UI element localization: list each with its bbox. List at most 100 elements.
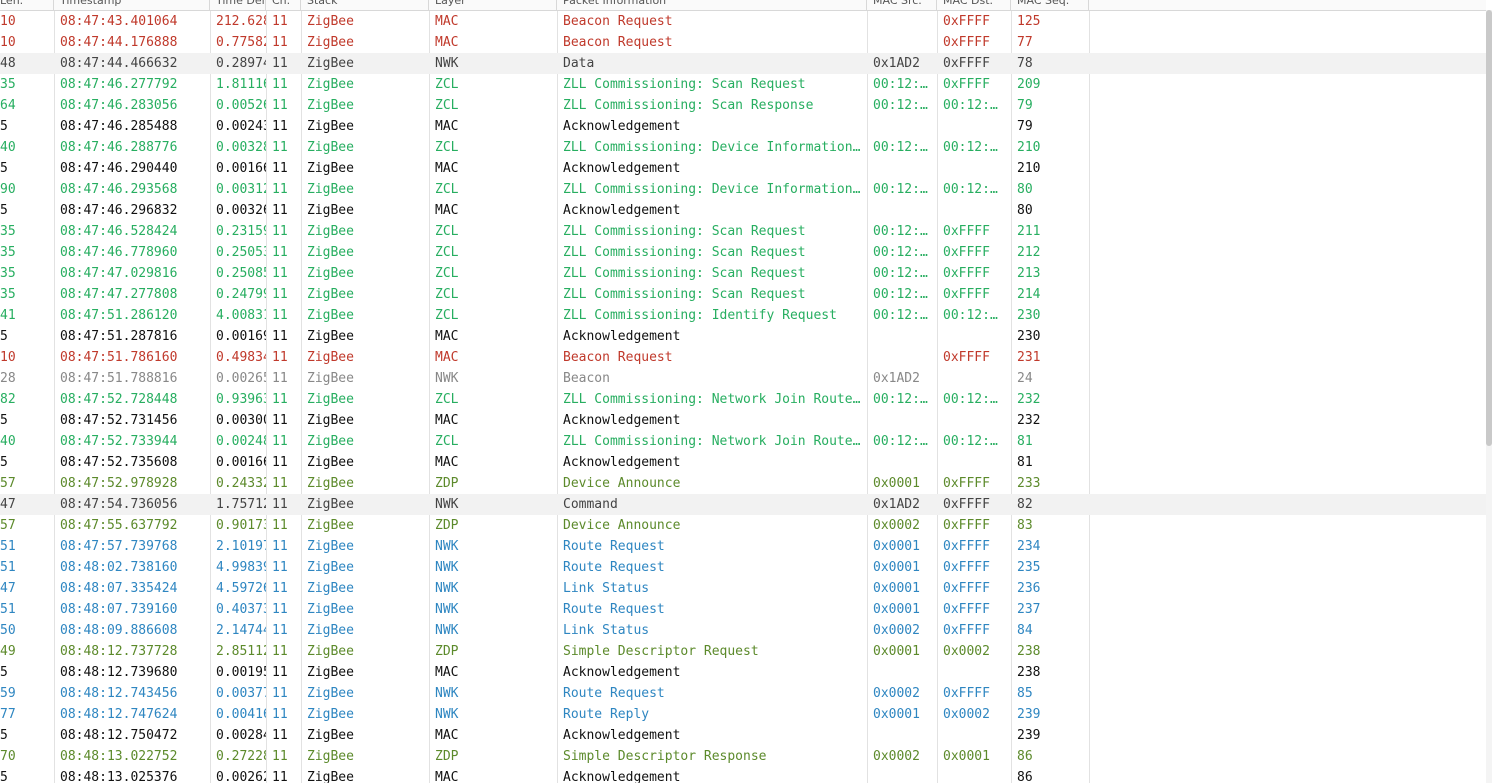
column-header-timestamp[interactable]: Timestamp (54, 0, 210, 10)
packet-mac-dst: 0xFFFF (943, 518, 990, 533)
packet-mac-src (867, 662, 937, 683)
table-row[interactable]: 5 08:48:13.025376 0.002624 11 ZigBee MAC Ackno… (0, 767, 1486, 783)
table-row[interactable]: 59 08:48:12.743456 0.003776 11 ZigBee NWK Rout… (0, 683, 1486, 704)
column-header-time-delta[interactable]: Time Delta (210, 0, 266, 10)
table-row[interactable]: 35 08:47:46.778960 0.250536 11 ZigBee ZCL ZLL … (0, 242, 1486, 263)
packet-channel: 11 (272, 35, 288, 50)
packet-mac-seq: 81 (1017, 434, 1033, 449)
packet-info: Acknowledgement (563, 203, 681, 218)
packet-timestamp: 08:47:52.731456 (60, 413, 178, 428)
packet-timestamp: 08:47:47.277808 (60, 287, 178, 302)
table-row[interactable]: 90 08:47:46.293568 0.003128 11 ZigBee ZCL ZLL … (0, 179, 1486, 200)
table-row[interactable]: 50 08:48:09.886608 2.147448 11 ZigBee NWK Link… (0, 620, 1486, 641)
packet-time-delta: 0.002432 (216, 119, 266, 134)
table-row[interactable]: 5 08:47:46.296832 0.003264 11 ZigBee MAC Ackno… (0, 200, 1486, 221)
table-row[interactable]: 47 08:48:07.335424 4.597264 11 ZigBee NWK Link… (0, 578, 1486, 599)
table-row[interactable]: 64 08:47:46.283056 0.005264 11 ZigBee ZCL ZLL … (0, 95, 1486, 116)
table-row[interactable]: 51 08:47:57.739768 2.101976 11 ZigBee NWK Rout… (0, 536, 1486, 557)
packet-stack: ZigBee (307, 35, 354, 50)
packet-time-delta: 1.811160 (216, 77, 266, 92)
table-row[interactable]: 5 08:47:51.287816 0.001696 11 ZigBee MAC Ackno… (0, 326, 1486, 347)
packet-channel: 11 (272, 413, 288, 428)
packet-mac-dst: 00:12:… (943, 140, 998, 155)
column-header-mac-dst[interactable]: MAC Dst. (937, 0, 1011, 10)
packet-length: 48 (0, 56, 16, 71)
packet-mac-src: 00:12:… (873, 287, 928, 302)
packet-timestamp: 08:47:55.637792 (60, 518, 178, 533)
table-row[interactable]: 35 08:47:47.029816 0.250856 11 ZigBee ZCL ZLL … (0, 263, 1486, 284)
packet-stack: ZigBee (307, 350, 354, 365)
packet-mac-src: 0x1AD2 (873, 371, 920, 386)
packet-stack: ZigBee (307, 686, 354, 701)
column-header-mac-seq[interactable]: MAC Seq. (1011, 0, 1089, 10)
packet-timestamp: 08:47:54.736056 (60, 497, 178, 512)
table-row[interactable]: 5 08:47:52.731456 0.003008 11 ZigBee MAC Ackno… (0, 410, 1486, 431)
packet-info: ZLL Commissioning: Scan Request (563, 245, 806, 260)
table-row[interactable]: 10 08:47:51.786160 0.498344 11 ZigBee MAC Beac… (0, 347, 1486, 368)
column-header-layer[interactable]: Layer (429, 0, 557, 10)
packet-channel: 11 (272, 161, 288, 176)
table-row[interactable]: 10 08:47:44.176888 0.775824 11 ZigBee MAC Beac… (0, 32, 1486, 53)
column-header-channel[interactable]: Ch. (266, 0, 301, 10)
packet-time-delta: 0.003264 (216, 203, 266, 218)
table-row[interactable]: 77 08:48:12.747624 0.004168 11 ZigBee NWK Rout… (0, 704, 1486, 725)
packet-timestamp: 08:47:46.778960 (60, 245, 178, 260)
table-row[interactable]: 5 08:48:12.739680 0.001952 11 ZigBee MAC Ackno… (0, 662, 1486, 683)
table-row[interactable]: 57 08:47:52.978928 0.243320 11 ZigBee ZDP Devi… (0, 473, 1486, 494)
column-header-stack[interactable]: Stack (301, 0, 429, 10)
table-row[interactable]: 40 08:47:52.733944 0.002488 11 ZigBee ZCL ZLL … (0, 431, 1486, 452)
packet-timestamp: 08:47:46.288776 (60, 140, 178, 155)
packet-channel: 11 (272, 308, 288, 323)
table-row[interactable]: 49 08:48:12.737728 2.851120 11 ZigBee ZDP Simp… (0, 641, 1486, 662)
table-row[interactable]: 41 08:47:51.286120 4.008312 11 ZigBee ZCL ZLL … (0, 305, 1486, 326)
column-header-mac-src[interactable]: MAC Src. (867, 0, 937, 10)
table-row[interactable]: 5 08:47:52.735608 0.001664 11 ZigBee MAC Ackno… (0, 452, 1486, 473)
packet-mac-dst: 0xFFFF (943, 287, 990, 302)
table-row[interactable]: 5 08:48:12.750472 0.002848 11 ZigBee MAC Ackno… (0, 725, 1486, 746)
column-header-row: Len. Timestamp Time Delta Ch. Stack Laye… (0, 0, 1486, 11)
table-row[interactable]: 82 08:47:52.728448 0.939632 11 ZigBee ZCL ZLL … (0, 389, 1486, 410)
table-row[interactable]: 35 08:47:47.277808 0.247992 11 ZigBee ZCL ZLL … (0, 284, 1486, 305)
column-header-packet-information[interactable]: Packet Information (557, 0, 867, 10)
packet-mac-src: 0x0001 (873, 539, 920, 554)
table-row[interactable]: 10 08:47:43.401064 212.62802 11 ZigBee MAC Bea… (0, 11, 1486, 32)
packet-mac-seq: 238 (1017, 665, 1041, 680)
table-row[interactable]: 28 08:47:51.788816 0.002656 11 ZigBee NWK Beac… (0, 368, 1486, 389)
packet-layer: MAC (435, 161, 459, 176)
table-row[interactable]: 5 08:47:46.285488 0.002432 11 ZigBee MAC Ackno… (0, 116, 1486, 137)
packet-length: 5 (0, 455, 8, 470)
table-row[interactable]: 35 08:47:46.528424 0.231592 11 ZigBee ZCL ZLL … (0, 221, 1486, 242)
packet-info: ZLL Commissioning: Device Information Re… (563, 182, 867, 197)
table-row[interactable]: 51 08:48:07.739160 0.403736 11 ZigBee NWK Rout… (0, 599, 1486, 620)
table-row[interactable]: 40 08:47:46.288776 0.003288 11 ZigBee ZCL ZLL … (0, 137, 1486, 158)
packet-length: 5 (0, 665, 8, 680)
table-row[interactable]: 70 08:48:13.022752 0.272280 11 ZigBee ZDP Simp… (0, 746, 1486, 767)
scrollbar-thumb[interactable] (1486, 10, 1492, 446)
packet-timestamp: 08:47:47.029816 (60, 266, 178, 281)
packet-mac-dst: 0xFFFF (943, 77, 990, 92)
table-row[interactable]: 35 08:47:46.277792 1.811160 11 ZigBee ZCL ZLL … (0, 74, 1486, 95)
packet-length: 35 (0, 266, 16, 281)
packet-mac-dst: 0xFFFF (943, 623, 990, 638)
packet-time-delta: 0.003776 (216, 686, 266, 701)
packet-timestamp: 08:47:44.466632 (60, 56, 178, 71)
packet-length: 57 (0, 476, 16, 491)
packet-layer: ZCL (435, 434, 459, 449)
table-row[interactable]: 57 08:47:55.637792 0.901736 11 ZigBee ZDP Devi… (0, 515, 1486, 536)
packet-mac-seq: 210 (1017, 161, 1041, 176)
packet-mac-dst: 0xFFFF (943, 35, 990, 50)
table-row[interactable]: 51 08:48:02.738160 4.998392 11 ZigBee NWK Rout… (0, 557, 1486, 578)
packet-channel: 11 (272, 560, 288, 575)
packet-mac-seq: 237 (1017, 602, 1041, 617)
packet-stack: ZigBee (307, 266, 354, 281)
table-row[interactable]: 5 08:47:46.290440 0.001664 11 ZigBee MAC Ackno… (0, 158, 1486, 179)
table-row[interactable]: 47 08:47:54.736056 1.757128 11 ZigBee NWK Comm… (0, 494, 1486, 515)
packet-layer: ZCL (435, 308, 459, 323)
packet-mac-src: 0x0002 (873, 749, 920, 764)
column-header-length[interactable]: Len. (0, 0, 54, 10)
table-row[interactable]: 48 08:47:44.466632 0.289744 11 ZigBee NWK Data… (0, 53, 1486, 74)
packet-time-delta: 0.001664 (216, 455, 266, 470)
packet-mac-seq: 77 (1017, 35, 1033, 50)
packet-channel: 11 (272, 455, 288, 470)
vertical-scrollbar[interactable] (1486, 10, 1492, 783)
